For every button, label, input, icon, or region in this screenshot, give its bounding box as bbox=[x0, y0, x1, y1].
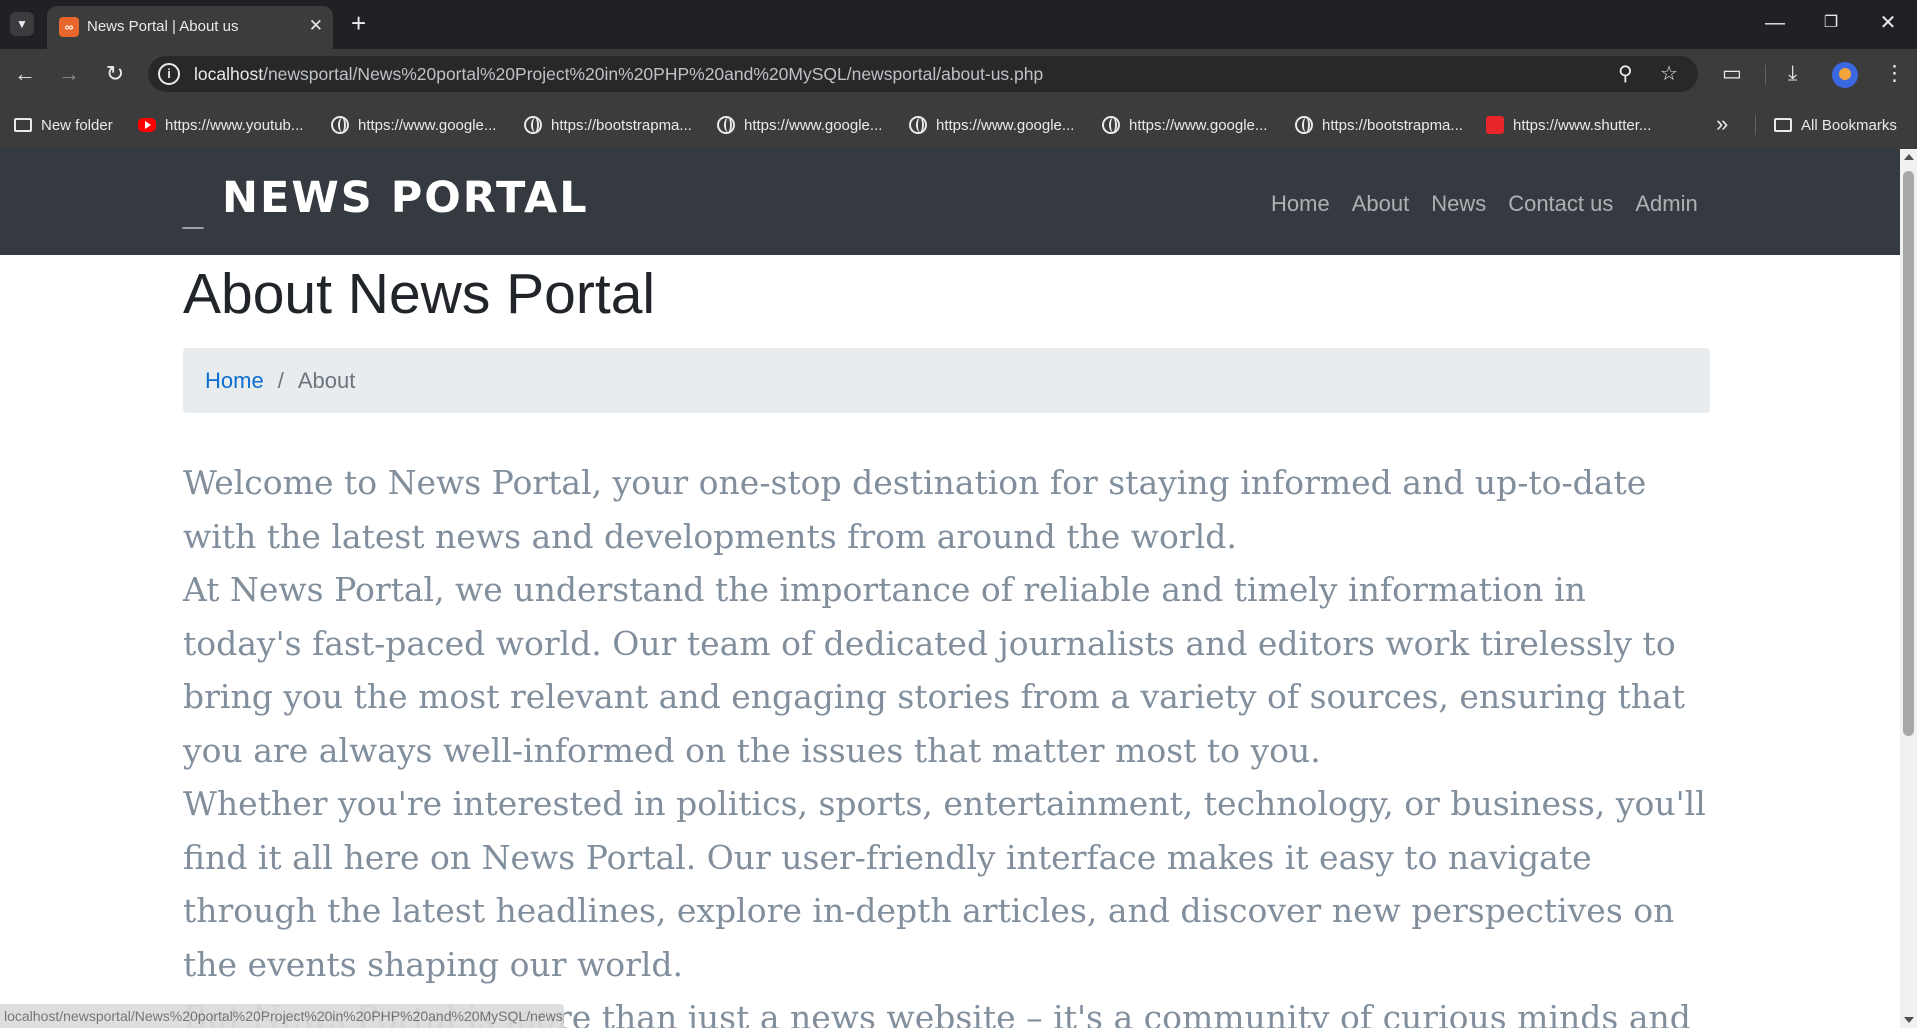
folder-icon bbox=[14, 118, 32, 132]
page-title: About News Portal bbox=[183, 262, 656, 326]
bookmarks-bar: New folder https://www.youtub... https:/… bbox=[0, 99, 1917, 149]
page-scrollbar[interactable] bbox=[1900, 149, 1917, 1028]
bookmark-label: https://www.shutter... bbox=[1513, 116, 1652, 134]
nav-admin[interactable]: Admin bbox=[1635, 191, 1697, 217]
about-paragraph: At News Portal, we understand the import… bbox=[183, 570, 1685, 770]
bookmark-label: https://www.google... bbox=[1129, 116, 1268, 134]
bookmark-item[interactable]: New folder bbox=[14, 115, 113, 135]
globe-icon bbox=[331, 116, 349, 134]
about-paragraph: Whether you're interested in politics, s… bbox=[183, 784, 1706, 984]
globe-icon bbox=[1295, 116, 1313, 134]
bookmark-star-icon[interactable]: ☆ bbox=[1660, 62, 1678, 86]
url-text[interactable]: localhost/newsportal/News%20portal%20Pro… bbox=[194, 64, 1043, 85]
tab-search-icon[interactable]: ▼ bbox=[10, 12, 34, 36]
bookmark-item[interactable]: https://www.google... bbox=[909, 115, 1074, 135]
browser-tab-bar: ▼ ∞ News Portal | About us ✕ + — ❐ ✕ bbox=[0, 0, 1917, 49]
page-viewport: NEWS PORTAL Home About News Contact us A… bbox=[0, 149, 1900, 1028]
bookmarks-divider bbox=[1755, 115, 1756, 135]
bookmark-label: https://www.google... bbox=[936, 116, 1075, 134]
bookmark-item[interactable]: https://www.google... bbox=[1102, 115, 1267, 135]
site-logo[interactable]: NEWS PORTAL bbox=[222, 175, 589, 221]
nav-contact[interactable]: Contact us bbox=[1508, 191, 1613, 217]
scrollbar-thumb[interactable] bbox=[1903, 171, 1914, 736]
back-icon[interactable]: ← bbox=[10, 60, 40, 88]
nav-home[interactable]: Home bbox=[1271, 191, 1330, 217]
download-icon[interactable]: ⤓ bbox=[1788, 61, 1797, 87]
scroll-up-icon[interactable] bbox=[1904, 154, 1914, 160]
shutterstock-icon bbox=[1486, 116, 1504, 134]
bookmark-item[interactable]: https://bootstrapma... bbox=[1295, 115, 1463, 135]
more-menu-icon[interactable]: ⋮ bbox=[1884, 61, 1905, 87]
url-path: /newsportal/News%20portal%20Project%20in… bbox=[263, 64, 1044, 84]
bookmark-label: https://www.google... bbox=[744, 116, 883, 134]
breadcrumb-separator: / bbox=[277, 367, 284, 393]
site-nav-links: Home About News Contact us Admin bbox=[1271, 191, 1720, 217]
close-window-icon[interactable]: ✕ bbox=[1868, 10, 1908, 36]
bookmark-item[interactable]: https://www.shutter... bbox=[1486, 115, 1651, 135]
bookmark-label: https://www.youtub... bbox=[165, 116, 304, 134]
tab-close-icon[interactable]: ✕ bbox=[309, 16, 323, 36]
bookmark-label: https://bootstrapma... bbox=[551, 116, 692, 134]
minimize-icon[interactable]: — bbox=[1755, 10, 1795, 36]
bookmark-label: https://www.google... bbox=[358, 116, 497, 134]
all-bookmarks-button[interactable]: All Bookmarks bbox=[1774, 115, 1897, 135]
xampp-icon: ∞ bbox=[59, 17, 79, 37]
site-navbar: NEWS PORTAL Home About News Contact us A… bbox=[0, 149, 1900, 255]
bookmark-item[interactable]: https://www.google... bbox=[717, 115, 882, 135]
new-tab-icon[interactable]: + bbox=[351, 10, 366, 36]
globe-icon bbox=[1102, 116, 1120, 134]
site-info-icon[interactable]: i bbox=[158, 63, 180, 85]
brand-swoosh bbox=[182, 227, 204, 229]
browser-toolbar: ← → ↻ i localhost/newsportal/News%20port… bbox=[0, 49, 1917, 99]
about-content: Welcome to News Portal, your one-stop de… bbox=[183, 456, 1710, 1028]
profile-avatar-icon[interactable] bbox=[1832, 62, 1858, 88]
youtube-icon bbox=[138, 118, 156, 132]
reload-icon[interactable]: ↻ bbox=[100, 60, 130, 88]
url-host: localhost bbox=[194, 64, 264, 84]
globe-icon bbox=[524, 116, 542, 134]
globe-icon bbox=[909, 116, 927, 134]
all-bookmarks-label: All Bookmarks bbox=[1801, 116, 1897, 134]
folder-icon bbox=[1774, 118, 1792, 132]
about-paragraph: Welcome to News Portal, your one-stop de… bbox=[183, 463, 1647, 556]
bookmark-label: New folder bbox=[41, 116, 113, 134]
forward-icon[interactable]: → bbox=[54, 60, 84, 88]
scroll-down-icon[interactable] bbox=[1904, 1017, 1914, 1023]
breadcrumb-home-link[interactable]: Home bbox=[205, 368, 264, 394]
toolbar-divider bbox=[1765, 65, 1766, 85]
zoom-icon[interactable]: ⚲ bbox=[1618, 62, 1633, 86]
globe-icon bbox=[717, 116, 735, 134]
nav-news[interactable]: News bbox=[1431, 191, 1486, 217]
nav-about[interactable]: About bbox=[1352, 191, 1410, 217]
bookmark-item[interactable]: https://bootstrapma... bbox=[524, 115, 692, 135]
bookmarks-overflow-icon[interactable]: » bbox=[1716, 111, 1728, 137]
browser-tab-active[interactable]: ∞ News Portal | About us ✕ bbox=[47, 6, 333, 49]
tab-title: News Portal | About us bbox=[87, 18, 239, 35]
bookmark-item[interactable]: https://www.youtub... bbox=[138, 115, 303, 135]
extensions-icon[interactable]: ▭ bbox=[1722, 61, 1742, 87]
breadcrumb-current: About bbox=[297, 367, 356, 393]
bookmark-item[interactable]: https://www.google... bbox=[331, 115, 496, 135]
bookmark-label: https://bootstrapma... bbox=[1322, 116, 1463, 134]
link-status-bubble: localhost/newsportal/News%20portal%20Pro… bbox=[0, 1004, 564, 1028]
restore-icon[interactable]: ❐ bbox=[1811, 10, 1851, 36]
address-bar[interactable]: i localhost/newsportal/News%20portal%20P… bbox=[148, 56, 1698, 92]
breadcrumb: Home / About bbox=[183, 348, 1710, 413]
